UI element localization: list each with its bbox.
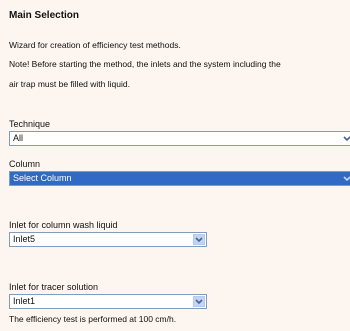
intro-text-line-3: air trap must be filled with liquid. [9,79,130,89]
wash-inlet-dropdown[interactable]: Inlet5 [9,232,207,247]
chevron-down-icon[interactable] [341,133,350,145]
column-dropdown[interactable]: Select Column [9,171,350,186]
chevron-down-icon[interactable] [341,173,350,185]
tracer-inlet-value: Inlet1 [13,296,36,306]
technique-value: All [13,133,24,143]
wash-inlet-label: Inlet for column wash liquid [9,220,118,230]
intro-text-line-1: Wizard for creation of efficiency test m… [9,40,181,50]
technique-label: Technique [9,119,51,129]
wash-inlet-value: Inlet5 [13,234,36,244]
chevron-down-icon[interactable] [193,296,205,307]
intro-text-line-2: Note! Before starting the method, the in… [9,59,281,69]
column-label: Column [9,159,41,169]
efficiency-note: The efficiency test is performed at 100 … [9,314,177,324]
page-title: Main Selection [9,10,80,21]
technique-dropdown[interactable]: All [9,131,350,146]
chevron-down-icon[interactable] [193,234,205,245]
tracer-inlet-label: Inlet for tracer solution [9,282,99,292]
column-value: Select Column [13,173,72,183]
tracer-inlet-dropdown[interactable]: Inlet1 [9,294,207,309]
